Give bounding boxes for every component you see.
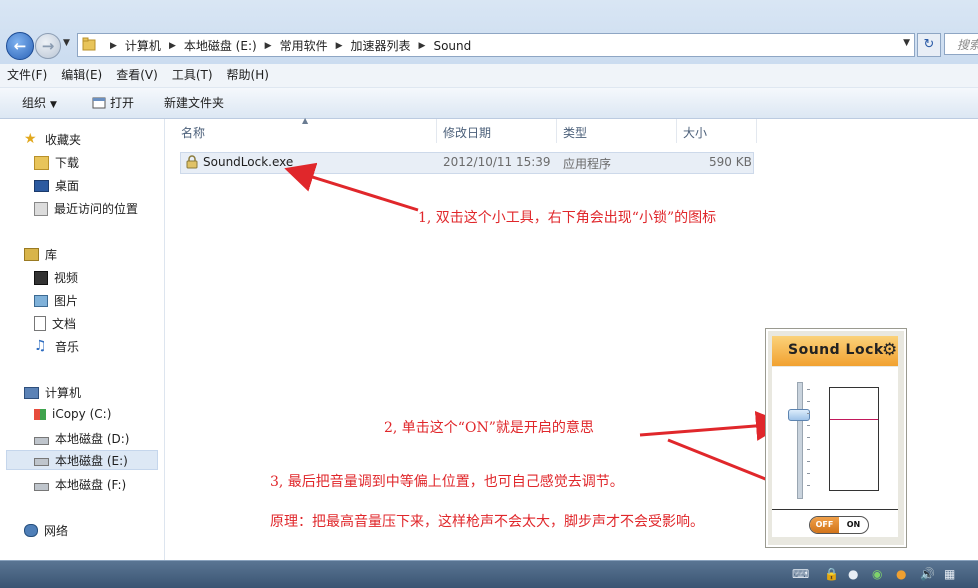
slider-tick: [807, 485, 810, 486]
volume-slider-thumb[interactable]: [788, 409, 810, 421]
arrow-to-slider: [639, 410, 786, 441]
sound-lock-body: OFF ON: [772, 367, 898, 537]
annotation-step2: 2, 单击这个“ON”就是开启的意思: [384, 420, 594, 436]
on-button[interactable]: ON: [839, 517, 868, 533]
slider-tick: [807, 449, 810, 450]
arrow-to-file: [284, 162, 419, 212]
slider-tick: [807, 425, 810, 426]
annotation-step1: 1, 双击这个小工具，右下角会出现“小锁”的图标: [418, 210, 717, 226]
sound-lock-title: Sound Lock: [788, 342, 884, 358]
panel-divider: [772, 509, 898, 510]
taskbar: ⌨ 🔒 ● ◉ ● 🔊 ▦: [0, 560, 978, 588]
annotation-principle: 原理：把最高音量压下来，这样枪声不会太大，脚步声才不会受影响。: [270, 514, 704, 530]
sound-lock-panel: Sound Lock ⚙ OFF ON: [765, 328, 907, 548]
volume-icon[interactable]: 🔊: [920, 567, 935, 581]
qq-penguin-icon[interactable]: ●: [848, 567, 858, 581]
lock-tray-icon[interactable]: 🔒: [824, 567, 839, 581]
volume-level-line: [830, 419, 878, 420]
slider-tick: [807, 389, 810, 390]
slider-tick: [807, 473, 810, 474]
network-tray-icon[interactable]: ▦: [944, 567, 955, 581]
volume-meter: [829, 387, 879, 491]
slider-tick: [807, 401, 810, 402]
app-tray-icon[interactable]: ●: [896, 567, 906, 581]
slider-tick: [807, 413, 810, 414]
settings-gear-icon[interactable]: ⚙: [882, 340, 897, 360]
slider-tick: [807, 461, 810, 462]
off-button[interactable]: OFF: [810, 517, 839, 533]
volume-slider-track[interactable]: [797, 382, 803, 499]
on-off-toggle[interactable]: OFF ON: [809, 516, 869, 534]
sound-lock-titlebar: Sound Lock ⚙: [772, 336, 898, 366]
security-tray-icon[interactable]: ◉: [872, 567, 882, 581]
slider-tick: [807, 437, 810, 438]
keyboard-icon[interactable]: ⌨: [792, 567, 809, 581]
annotation-step3: 3, 最后把音量调到中等偏上位置，也可自己感觉去调节。: [270, 474, 624, 490]
